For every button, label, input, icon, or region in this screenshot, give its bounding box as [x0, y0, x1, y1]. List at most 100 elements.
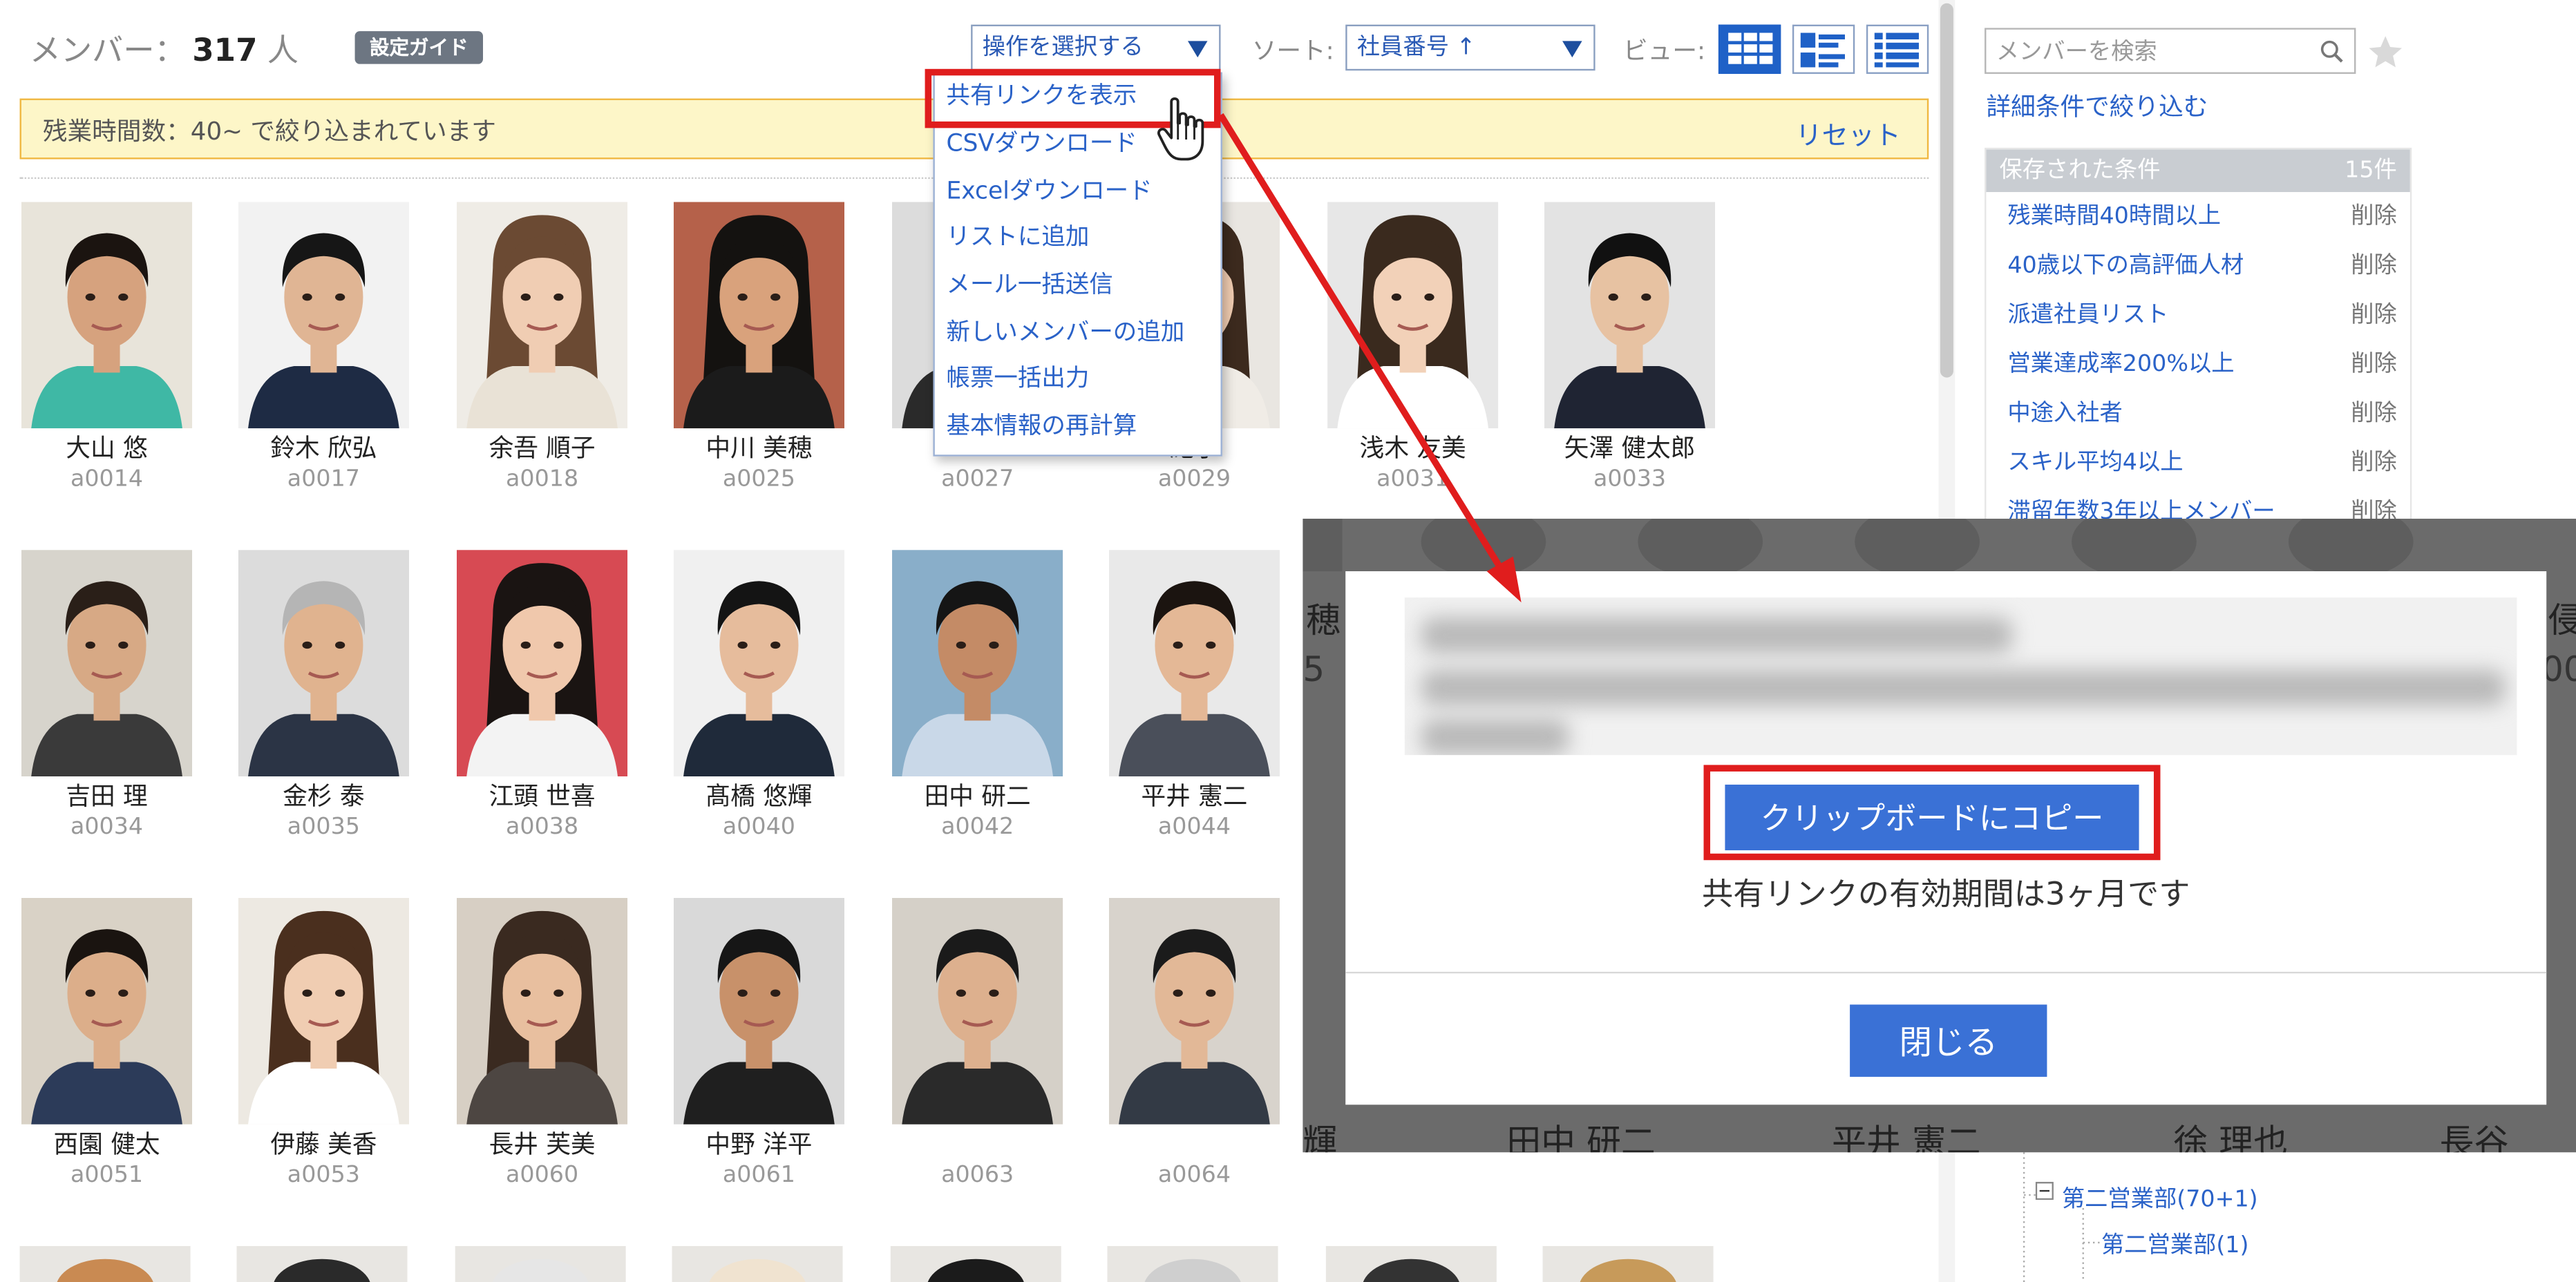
saved-condition-link[interactable]: スキル平均4以上	[2007, 439, 2183, 488]
sort-select[interactable]: 社員番号 ↑	[1345, 24, 1595, 71]
delete-condition-button[interactable]: 削除	[2351, 340, 2397, 389]
card-list-view-button[interactable]	[1792, 24, 1855, 74]
menu-item[interactable]: メール一括送信	[935, 262, 1221, 309]
member-name[interactable]: 大山 悠	[20, 433, 194, 464]
member-card[interactable]: 吉田 理 a0034	[20, 550, 194, 842]
member-id: a0064	[1157, 1162, 1231, 1189]
copy-to-clipboard-button[interactable]: クリップボードにコピー	[1725, 784, 2139, 850]
member-photo-frame[interactable]	[892, 550, 1063, 777]
member-card[interactable]: a0064	[1107, 897, 1281, 1190]
action-select[interactable]: 操作を選択する	[971, 24, 1221, 71]
saved-condition-link[interactable]: 派遣社員リスト	[2007, 291, 2168, 340]
member-card[interactable]: 田中 研二 a0042	[891, 550, 1065, 842]
tree-node-sales2-sub[interactable]: 第二営業部(1)	[2101, 1228, 2249, 1261]
member-name[interactable]: 中野 洋平	[672, 1129, 846, 1160]
member-card[interactable]: 金杉 泰 a0035	[236, 550, 410, 842]
member-photo-frame[interactable]	[673, 202, 845, 429]
saved-condition-link[interactable]: 中途入社者	[2007, 389, 2122, 438]
member-photo-frame[interactable]	[456, 202, 628, 429]
member-card[interactable]: 西園 健太 a0051	[20, 897, 194, 1190]
saved-condition-link[interactable]: 残業時間40時間以上	[2007, 192, 2221, 241]
tree-collapse-icon[interactable]	[2035, 1182, 2054, 1200]
saved-condition-link[interactable]: 40歳以下の高評価人材	[2007, 241, 2244, 290]
delete-condition-button[interactable]: 削除	[2351, 192, 2397, 241]
delete-condition-button[interactable]: 削除	[2351, 439, 2397, 488]
member-photo-frame[interactable]	[673, 550, 845, 777]
member-name[interactable]: 吉田 理	[20, 781, 194, 812]
member-name[interactable]: 矢澤 健太郎	[1543, 433, 1717, 464]
member-photo-partial[interactable]	[19, 1245, 191, 1282]
close-modal-button[interactable]: 閉じる	[1850, 1004, 2047, 1077]
member-photo-frame[interactable]	[1544, 202, 1716, 429]
search-icon[interactable]	[2320, 39, 2345, 64]
menu-item[interactable]: 帳票一括出力	[935, 357, 1221, 404]
favorite-star-icon[interactable]	[2366, 33, 2405, 73]
member-photo-partial[interactable]	[455, 1245, 626, 1282]
delete-condition-button[interactable]: 削除	[2351, 241, 2397, 290]
member-name[interactable]: 余吾 順子	[455, 433, 629, 464]
member-name[interactable]	[891, 1129, 1065, 1160]
member-card[interactable]: a0063	[891, 897, 1065, 1190]
menu-item[interactable]: 新しいメンバーの追加	[935, 310, 1221, 357]
member-photo-partial[interactable]	[236, 1245, 408, 1282]
member-photo-frame[interactable]	[673, 897, 845, 1125]
dropdown-arrow-icon	[1562, 41, 1582, 58]
member-card[interactable]: 鈴木 欣弘 a0017	[236, 202, 410, 494]
member-card[interactable]: 中川 美穂 a0025	[672, 202, 846, 494]
member-photo-frame[interactable]	[1108, 897, 1280, 1125]
member-card[interactable]: 中野 洋平 a0061	[672, 897, 846, 1190]
member-photo-partial[interactable]	[890, 1245, 1061, 1282]
member-name[interactable]: 浅木 友美	[1326, 433, 1500, 464]
member-card[interactable]: 浅木 友美 a0031	[1326, 202, 1500, 494]
member-name[interactable]: 髙橋 悠輝	[672, 781, 846, 812]
member-name[interactable]: 長井 芙美	[455, 1129, 629, 1160]
member-name[interactable]: 田中 研二	[891, 781, 1065, 812]
member-name[interactable]: 平井 憲二	[1107, 781, 1281, 812]
member-name[interactable]: 江頭 世喜	[455, 781, 629, 812]
member-card[interactable]: 平井 憲二 a0044	[1107, 550, 1281, 842]
delete-condition-button[interactable]: 削除	[2351, 291, 2397, 340]
member-photo-partial[interactable]	[672, 1245, 843, 1282]
member-card[interactable]: 髙橋 悠輝 a0040	[672, 550, 846, 842]
member-name[interactable]	[1107, 1129, 1281, 1160]
member-card[interactable]: 余吾 順子 a0018	[455, 202, 629, 494]
member-card[interactable]: 長井 芙美 a0060	[455, 897, 629, 1190]
member-name[interactable]: 中川 美穂	[672, 433, 846, 464]
member-photo-frame[interactable]	[21, 550, 193, 777]
member-photo-frame[interactable]	[456, 897, 628, 1125]
member-photo-partial[interactable]	[1107, 1245, 1278, 1282]
scrollbar-thumb[interactable]	[1940, 3, 1953, 378]
member-photo-frame[interactable]	[238, 202, 410, 429]
member-photo-frame[interactable]	[1327, 202, 1499, 429]
member-photo-frame[interactable]	[1108, 550, 1280, 777]
settings-guide-button[interactable]: 設定ガイド	[354, 31, 484, 64]
member-photo-frame[interactable]	[892, 897, 1063, 1125]
member-photo-frame[interactable]	[21, 202, 193, 429]
member-search-input[interactable]	[1992, 31, 2295, 74]
member-photo-partial[interactable]	[1325, 1245, 1497, 1282]
member-search-box[interactable]	[1985, 28, 2356, 74]
member-card[interactable]: 伊藤 美香 a0053	[236, 897, 410, 1190]
saved-condition-link[interactable]: 営業達成率200%以上	[2007, 340, 2234, 389]
grid-view-button[interactable]	[1718, 24, 1781, 74]
member-card[interactable]: 矢澤 健太郎 a0033	[1543, 202, 1717, 494]
member-id: a0034	[70, 814, 144, 841]
reset-filter-link[interactable]: リセット	[1796, 113, 1901, 153]
member-name[interactable]: 鈴木 欣弘	[236, 433, 410, 464]
member-name[interactable]: 金杉 泰	[236, 781, 410, 812]
member-name[interactable]: 伊藤 美香	[236, 1129, 410, 1160]
member-photo-frame[interactable]	[238, 897, 410, 1125]
menu-item[interactable]: リストに追加	[935, 216, 1221, 262]
member-photo-partial[interactable]	[1542, 1245, 1714, 1282]
member-name[interactable]: 西園 健太	[20, 1129, 194, 1160]
member-card[interactable]: 大山 悠 a0014	[20, 202, 194, 494]
list-view-button[interactable]	[1866, 24, 1929, 74]
advanced-filter-link[interactable]: 詳細条件で絞り込む	[1986, 88, 2208, 123]
member-photo-frame[interactable]	[238, 550, 410, 777]
member-card[interactable]: 江頭 世喜 a0038	[455, 550, 629, 842]
delete-condition-button[interactable]: 削除	[2351, 389, 2397, 438]
member-photo-frame[interactable]	[456, 550, 628, 777]
menu-item[interactable]: 基本情報の再計算	[935, 404, 1221, 451]
menu-item[interactable]: Excelダウンロード	[935, 169, 1221, 216]
member-photo-frame[interactable]	[21, 897, 193, 1125]
